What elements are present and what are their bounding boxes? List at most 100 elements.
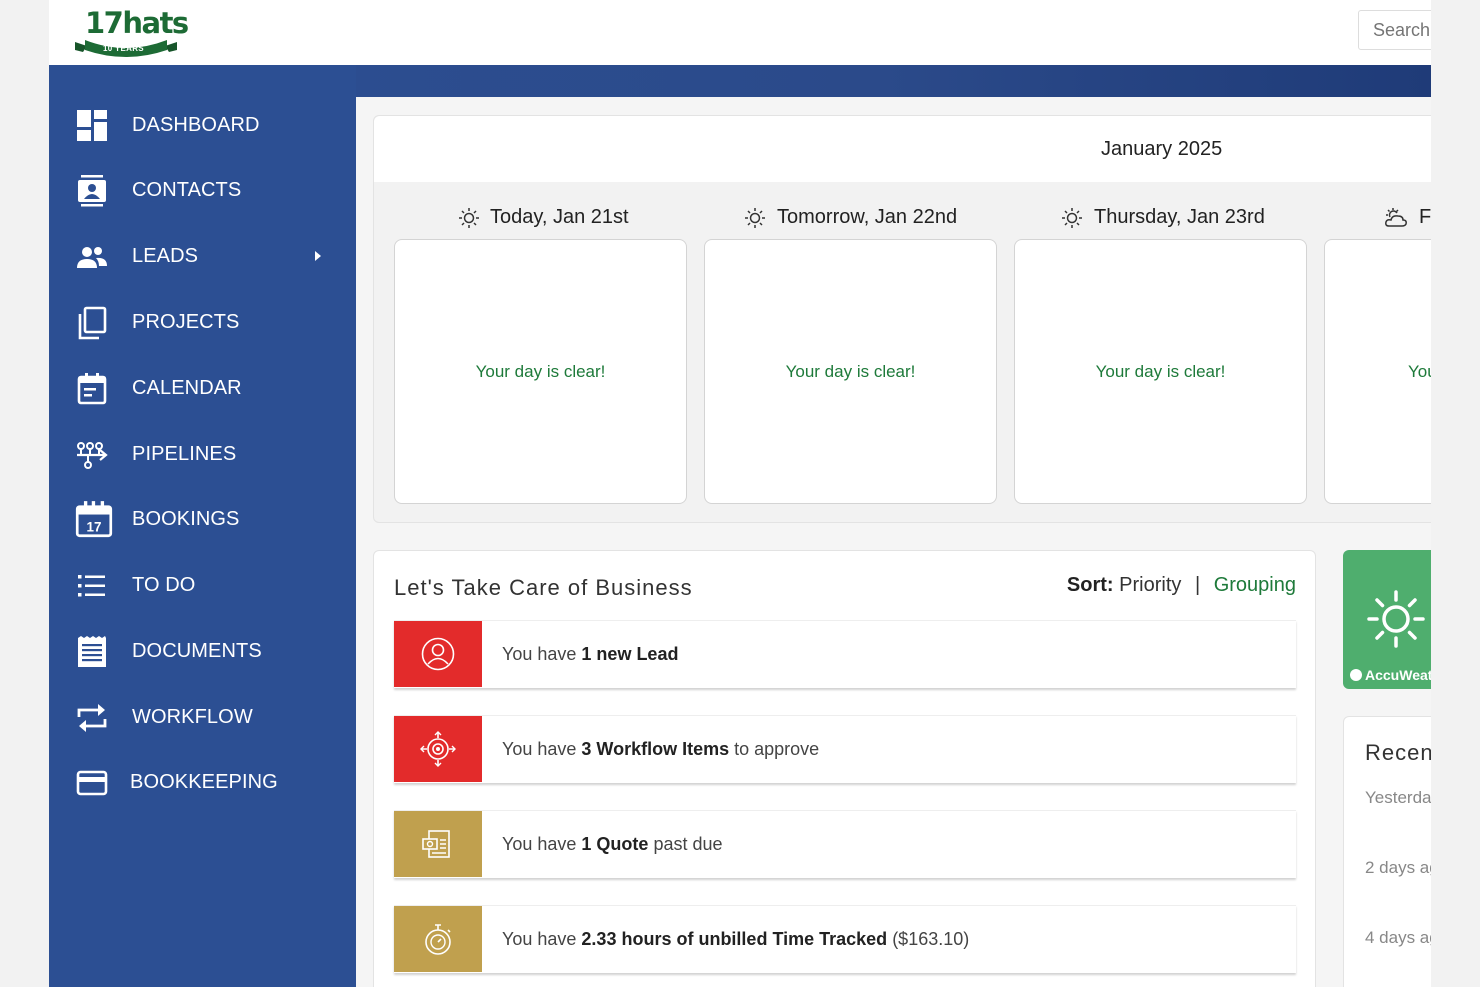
recent-item[interactable]: 4 days ag xyxy=(1365,928,1431,948)
sidebar-item-pipelines[interactable]: PIPELINES xyxy=(49,426,356,482)
bookkeeping-icon xyxy=(76,770,108,796)
sidebar-item-bookkeeping[interactable]: BOOKKEEPING xyxy=(49,754,356,810)
sidebar-item-bookings[interactable]: 17 BOOKINGS xyxy=(49,491,356,547)
top-bar: 17hats CHEERS TO 10 YEARS xyxy=(49,0,1431,65)
sidebar-item-label: CALENDAR xyxy=(132,377,242,399)
contacts-icon xyxy=(78,175,106,207)
task-text: You have 3 Workflow Items to approve xyxy=(502,739,820,759)
sort-controls: Sort: Priority | Grouping xyxy=(1067,574,1296,597)
calendar-icon xyxy=(77,373,107,405)
sidebar-item-leads[interactable]: LEADS xyxy=(49,228,356,284)
sidebar-item-label: BOOKINGS xyxy=(132,508,240,530)
task-row-quote[interactable]: You have 1 Quote past due xyxy=(394,810,1296,878)
day-event-box[interactable]: Your day is clear! xyxy=(1014,239,1307,504)
task-icon-tile xyxy=(394,716,482,782)
logo[interactable]: 17hats CHEERS TO 10 YEARS xyxy=(73,6,189,58)
sun-icon xyxy=(1062,208,1082,228)
stopwatch-icon xyxy=(425,924,451,955)
day-column: Fr You xyxy=(1324,182,1431,522)
sort-separator: | xyxy=(1194,574,1201,596)
sidebar-item-label: BOOKKEEPING xyxy=(130,771,278,793)
weather-brand: AccuWeat xyxy=(1365,667,1431,683)
sidebar-item-label: DOCUMENTS xyxy=(132,640,262,662)
day-label: Today, Jan 21st xyxy=(490,206,629,228)
workflow-icon xyxy=(77,704,107,732)
pipelines-icon xyxy=(77,442,108,469)
month-title: January 2025 xyxy=(1101,138,1223,160)
main-content: January 2025 Today, Jan 21st Your day is… xyxy=(356,97,1431,987)
sidebar-item-label: LEADS xyxy=(132,245,199,267)
bookings-icon-number: 17 xyxy=(87,519,102,534)
day-column: Today, Jan 21st Your day is clear! xyxy=(394,182,687,522)
panel-title: Recen xyxy=(1365,740,1431,765)
task-row-time-tracked[interactable]: You have 2.33 hours of unbilled Time Tra… xyxy=(394,905,1296,973)
section-title: Let's Take Care of Business xyxy=(394,575,693,600)
day-header: Today, Jan 21st xyxy=(394,206,687,232)
day-clear-message: Your day is clear! xyxy=(475,362,606,381)
sidebar-item-workflow[interactable]: WORKFLOW xyxy=(49,689,356,745)
leads-icon xyxy=(77,247,107,268)
logo-ribbon-subtext: CHEERS TO xyxy=(110,38,134,43)
bookings-icon: 17 xyxy=(75,501,113,538)
day-clear-message: You xyxy=(1408,362,1431,381)
documents-icon xyxy=(78,636,106,667)
quote-icon xyxy=(422,830,450,858)
day-event-box[interactable]: You xyxy=(1324,239,1431,504)
sort-grouping-option[interactable]: Grouping xyxy=(1214,574,1296,596)
sidebar-item-label: PIPELINES xyxy=(132,443,237,465)
day-event-box[interactable]: Your day is clear! xyxy=(704,239,997,504)
search-input[interactable] xyxy=(1358,10,1431,50)
cloudy-sun-icon xyxy=(1385,208,1407,227)
sun-icon xyxy=(459,208,479,228)
recent-item[interactable]: Yesterda xyxy=(1365,788,1431,808)
dashboard-icon xyxy=(77,110,107,141)
sun-icon xyxy=(745,208,765,228)
sidebar-item-label: PROJECTS xyxy=(132,311,240,333)
task-row-workflow[interactable]: You have 3 Workflow Items to approve xyxy=(394,715,1296,783)
sidebar-item-dashboard[interactable]: DASHBOARD xyxy=(49,97,356,153)
day-label: Tomorrow, Jan 22nd xyxy=(777,206,958,228)
sidebar: DASHBOARD CONTACTS LEADS PROJECTS CALEND… xyxy=(49,65,356,987)
day-label: Fr xyxy=(1419,206,1431,228)
calendar-week-card: January 2025 Today, Jan 21st Your day is… xyxy=(373,115,1431,523)
day-clear-message: Your day is clear! xyxy=(785,362,916,381)
sidebar-item-projects[interactable]: PROJECTS xyxy=(49,294,356,350)
day-label: Thursday, Jan 23rd xyxy=(1094,206,1265,228)
sort-label: Sort: xyxy=(1066,574,1114,596)
projects-icon xyxy=(78,306,107,340)
day-column: Tomorrow, Jan 22nd Your day is clear! xyxy=(704,182,997,522)
day-column: Thursday, Jan 23rd Your day is clear! xyxy=(1014,182,1307,522)
sidebar-item-todo[interactable]: TO DO xyxy=(49,557,356,613)
logo-text: 17hats xyxy=(85,6,189,40)
task-text: You have 2.33 hours of unbilled Time Tra… xyxy=(502,929,970,949)
sidebar-item-label: TO DO xyxy=(132,574,196,596)
day-header: Thursday, Jan 23rd xyxy=(1014,206,1307,232)
accuweather-logo-icon xyxy=(1350,669,1362,681)
app-window: 17hats CHEERS TO 10 YEARS DASHBOARD xyxy=(49,0,1431,987)
day-event-box[interactable]: Your day is clear! xyxy=(394,239,687,504)
sidebar-item-label: CONTACTS xyxy=(132,179,242,201)
recent-item[interactable]: 2 days ag xyxy=(1365,858,1431,878)
task-icon-tile xyxy=(394,906,482,972)
weather-sun-icon xyxy=(1367,590,1425,648)
task-icon-tile xyxy=(394,811,482,877)
sidebar-item-label: WORKFLOW xyxy=(132,706,253,728)
task-text: You have 1 new Lead xyxy=(502,644,679,664)
sort-priority-option[interactable]: Priority xyxy=(1119,574,1181,596)
weather-widget[interactable]: AccuWeat xyxy=(1343,550,1431,689)
sidebar-item-label: DASHBOARD xyxy=(132,114,260,136)
sidebar-item-contacts[interactable]: CONTACTS xyxy=(49,162,356,218)
task-row-leads[interactable]: You have 1 new Lead xyxy=(394,620,1296,688)
task-icon-tile xyxy=(394,621,482,687)
day-header: Fr xyxy=(1324,206,1431,232)
business-tasks-card: Let's Take Care of Business Sort: Priori… xyxy=(373,550,1316,987)
sidebar-item-documents[interactable]: DOCUMENTS xyxy=(49,623,356,679)
chevron-right-icon[interactable] xyxy=(311,245,325,267)
calendar-header: January 2025 xyxy=(374,116,1431,182)
workflow-target-icon xyxy=(420,731,456,767)
day-header: Tomorrow, Jan 22nd xyxy=(704,206,997,232)
recent-activity-panel: Recen Yesterda 2 days ag 4 days ag xyxy=(1343,716,1431,987)
sidebar-item-calendar[interactable]: CALENDAR xyxy=(49,360,356,416)
task-text: You have 1 Quote past due xyxy=(502,834,723,854)
user-circle-icon xyxy=(421,637,455,671)
